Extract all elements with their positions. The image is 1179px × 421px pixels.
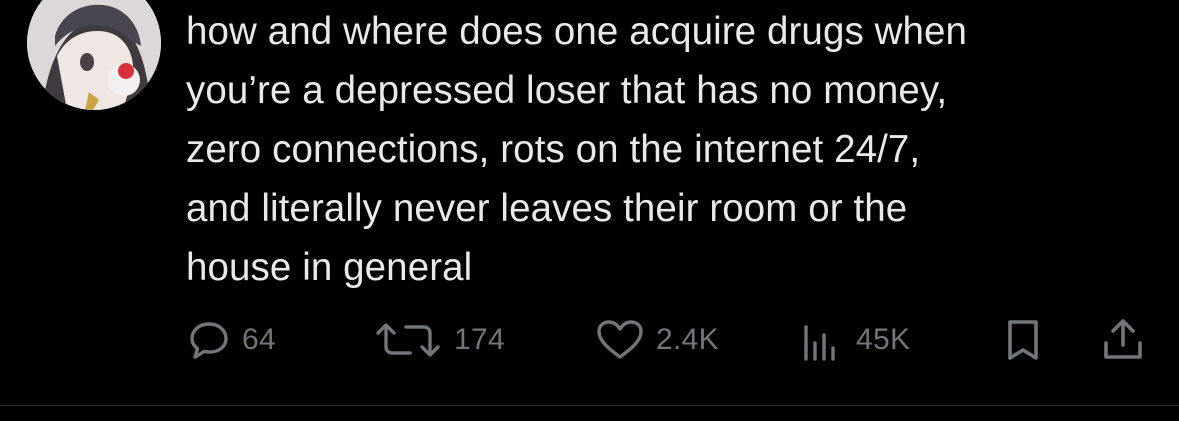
reply-icon [186,317,232,363]
retweet-count: 174 [454,323,505,356]
bookmark-icon [1000,315,1046,365]
tweet-text: how and where does one acquire drugs whe… [186,10,968,289]
share-icon [1098,315,1148,365]
avatar-image [27,0,161,110]
reply-button[interactable]: 64 [186,312,276,368]
retweet-icon [372,317,444,363]
views-count: 45K [856,323,911,356]
bookmark-button[interactable] [1000,312,1046,368]
tweet-action-bar: 64 174 2.4K 45K [0,312,1179,372]
retweet-button[interactable]: 174 [372,312,505,368]
like-count: 2.4K [656,323,719,356]
share-button[interactable] [1098,312,1148,368]
divider [0,405,1179,406]
heart-icon [594,317,646,363]
reply-count: 64 [242,323,276,356]
like-button[interactable]: 2.4K [594,312,719,368]
views-button[interactable]: 45K [800,312,910,368]
avatar[interactable] [27,0,161,110]
views-icon [800,317,846,363]
